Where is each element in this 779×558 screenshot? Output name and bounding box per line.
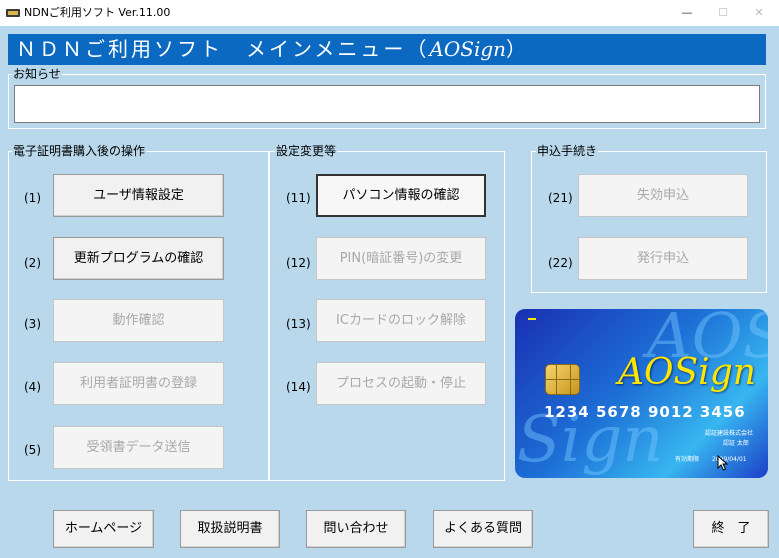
notice-textbox[interactable] (14, 85, 760, 123)
item-number-22: (22) (548, 256, 573, 270)
application-label: 申込手続き (536, 144, 599, 158)
homepage-button[interactable]: ホームページ (53, 510, 154, 548)
item-number-14: (14) (286, 380, 311, 394)
item-number-4: (4) (24, 380, 41, 394)
user-info-settings-button[interactable]: ユーザ情報設定 (53, 174, 224, 217)
item-number-5: (5) (24, 443, 41, 457)
process-start-stop-button[interactable]: プロセスの起動・停止 (316, 362, 486, 405)
issuance-request-button[interactable]: 発行申込 (578, 237, 748, 280)
close-button[interactable]: ✕ (736, 0, 779, 26)
item-number-3: (3) (24, 317, 41, 331)
app-icon (6, 9, 20, 17)
faq-button[interactable]: よくある質問 (433, 510, 533, 548)
revocation-request-button[interactable]: 失効申込 (578, 174, 748, 217)
item-number-1: (1) (24, 191, 41, 205)
exit-button[interactable]: 終 了 (693, 510, 769, 548)
card-company: 認証建設株式会社 (705, 430, 754, 437)
mouse-cursor-icon (717, 455, 729, 471)
page-title-end: ） (506, 37, 530, 61)
card-brand: AOSign (618, 352, 756, 393)
manual-button[interactable]: 取扱説明書 (180, 510, 280, 548)
item-number-21: (21) (548, 191, 573, 205)
item-number-12: (12) (286, 256, 311, 270)
item-number-11: (11) (286, 191, 311, 205)
window-titlebar: NDNご利用ソフト Ver.11.00 — ☐ ✕ (0, 0, 779, 26)
main-menu-header: ＮＤＮご利用ソフト メインメニュー（AOSign） (8, 34, 766, 65)
operation-check-button[interactable]: 動作確認 (53, 299, 224, 342)
register-user-certificate-button[interactable]: 利用者証明書の登録 (53, 362, 224, 405)
change-pin-button[interactable]: PIN(暗証番号)の変更 (316, 237, 486, 280)
aosign-card-image: AOS Sign AOSign 1234 5678 9012 3456 認証建設… (515, 309, 768, 478)
ic-chip-icon (545, 364, 580, 395)
item-number-13: (13) (286, 317, 311, 331)
settings-label: 設定変更等 (275, 144, 338, 158)
ic-card-unlock-button[interactable]: ICカードのロック解除 (316, 299, 486, 342)
card-expiry-label: 有効期限 (675, 456, 700, 463)
card-stripe (528, 318, 536, 320)
after-purchase-label: 電子証明書購入後の操作 (12, 144, 147, 158)
send-receipt-data-button[interactable]: 受領書データ送信 (53, 426, 224, 469)
page-title-brand: AOSign (429, 37, 507, 61)
notice-label: お知らせ (12, 67, 62, 81)
update-program-check-button[interactable]: 更新プログラムの確認 (53, 237, 224, 280)
pc-info-check-button[interactable]: パソコン情報の確認 (316, 174, 486, 217)
item-number-2: (2) (24, 256, 41, 270)
page-title: ＮＤＮご利用ソフト メインメニュー（AOSign） (16, 36, 529, 62)
window-title: NDNご利用ソフト Ver.11.00 (24, 6, 171, 19)
contact-button[interactable]: 問い合わせ (306, 510, 406, 548)
card-number: 1234 5678 9012 3456 (544, 403, 746, 421)
card-holder-name: 認証 太郎 (723, 440, 749, 447)
page-title-main: ＮＤＮご利用ソフト メインメニュー（ (16, 37, 430, 61)
